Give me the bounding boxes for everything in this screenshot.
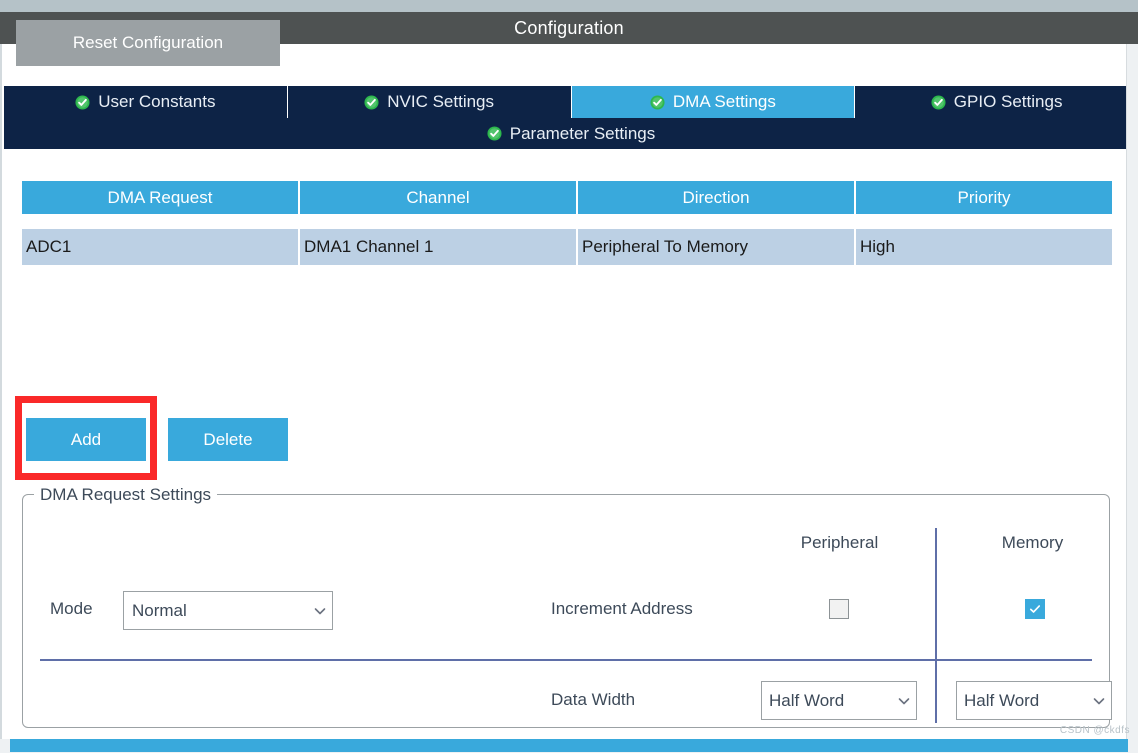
window-top-strip: [0, 0, 1138, 12]
data-width-label: Data Width: [551, 690, 636, 709]
data-width-peripheral-value: Half Word: [769, 690, 845, 710]
tab-parameter-settings-label: Parameter Settings: [509, 123, 656, 143]
chevron-down-icon: [308, 592, 332, 629]
column-label-peripheral: Peripheral: [800, 533, 879, 552]
add-button-label: Add: [70, 429, 102, 449]
tab-dma-settings-label: DMA Settings: [672, 92, 776, 111]
vertical-scrollbar[interactable]: [1126, 44, 1138, 742]
settings-tab-bar: User Constants NVIC Settings DMA Setting…: [4, 86, 1138, 118]
reset-configuration-label: Reset Configuration: [72, 33, 224, 52]
column-header-channel[interactable]: Channel: [300, 181, 578, 214]
cell-direction[interactable]: Peripheral To Memory: [578, 229, 856, 265]
dma-request-table: DMA Request Channel Direction Priority A…: [22, 181, 1112, 265]
configuration-window: Configuration Reset Configuration User C…: [0, 0, 1138, 753]
tab-nvic-settings-label: NVIC Settings: [387, 92, 494, 111]
table-row[interactable]: ADC1 DMA1 Channel 1 Peripheral To Memory…: [22, 229, 1112, 265]
add-button[interactable]: Add: [26, 418, 146, 461]
chevron-down-icon: [1087, 682, 1111, 719]
peripheral-memory-divider: [935, 528, 937, 723]
tab-dma-settings[interactable]: DMA Settings: [571, 86, 856, 118]
cell-channel[interactable]: DMA1 Channel 1: [300, 229, 578, 265]
check-circle-icon: [75, 94, 90, 110]
tab-user-constants-label: User Constants: [98, 92, 216, 111]
tab-parameter-settings[interactable]: Parameter Settings: [4, 118, 1138, 149]
delete-button-label: Delete: [203, 429, 253, 449]
column-header-priority[interactable]: Priority: [856, 181, 1112, 214]
column-label-memory: Memory: [1001, 533, 1064, 552]
page-title: Configuration: [514, 17, 624, 38]
check-circle-icon: [487, 126, 502, 141]
check-circle-icon: [650, 94, 665, 110]
watermark: CSDN @ckdfs: [1059, 725, 1130, 736]
dma-request-settings-legend: DMA Request Settings: [34, 485, 218, 505]
tab-gpio-settings[interactable]: GPIO Settings: [855, 86, 1138, 118]
column-header-direction[interactable]: Direction: [578, 181, 856, 214]
tab-gpio-settings-label: GPIO Settings: [953, 92, 1063, 111]
horizontal-scrollbar-thumb[interactable]: [10, 739, 1128, 752]
column-header-dma-request[interactable]: DMA Request: [22, 181, 300, 214]
settings-horizontal-rule: [40, 659, 1092, 661]
data-width-memory-select[interactable]: Half Word: [956, 681, 1112, 720]
cell-priority[interactable]: High: [856, 229, 1112, 265]
data-width-peripheral-select[interactable]: Half Word: [761, 681, 917, 720]
mode-select-value: Normal: [132, 600, 187, 620]
check-circle-icon: [931, 94, 946, 110]
increment-address-label: Increment Address: [551, 599, 693, 618]
checkmark-icon: [1029, 605, 1041, 613]
check-circle-icon: [364, 94, 379, 110]
tab-user-constants[interactable]: User Constants: [4, 86, 288, 118]
mode-label: Mode: [50, 599, 93, 618]
increment-address-peripheral-checkbox[interactable]: [829, 599, 849, 619]
tab-nvic-settings[interactable]: NVIC Settings: [287, 86, 572, 118]
reset-configuration-button[interactable]: Reset Configuration: [16, 20, 280, 66]
chevron-down-icon: [892, 682, 916, 719]
table-header-row: DMA Request Channel Direction Priority: [22, 181, 1112, 214]
cell-dma-request[interactable]: ADC1: [22, 229, 300, 265]
increment-address-memory-checkbox[interactable]: [1025, 599, 1045, 619]
delete-button[interactable]: Delete: [168, 418, 288, 461]
horizontal-scrollbar-track[interactable]: [0, 739, 1138, 753]
mode-select[interactable]: Normal: [123, 591, 333, 630]
data-width-memory-value: Half Word: [964, 690, 1040, 710]
